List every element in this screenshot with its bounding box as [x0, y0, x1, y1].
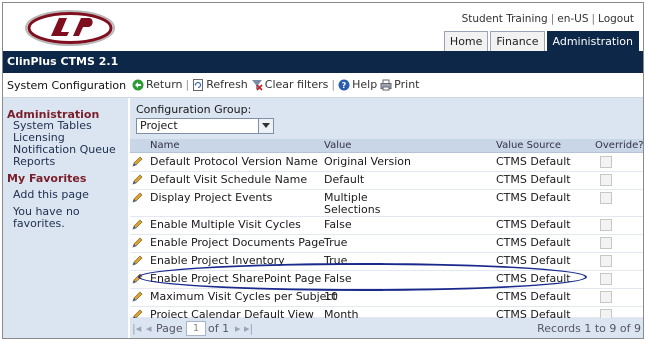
print-button[interactable]: Print	[380, 78, 419, 91]
edit-pencil-icon[interactable]	[131, 237, 143, 249]
row-name: Default Protocol Version Name	[150, 155, 318, 168]
config-group-label: Configuration Group:	[136, 103, 252, 116]
row-name: Enable Multiple Visit Cycles	[150, 218, 301, 231]
return-button[interactable]: Return	[132, 78, 183, 91]
add-this-page-link[interactable]: Add this page	[13, 189, 89, 201]
tab-home[interactable]: Home	[443, 31, 489, 51]
refresh-label: Refresh	[206, 78, 248, 91]
table-row[interactable]: Project Calendar Default View Month CTMS D…	[130, 306, 643, 321]
col-header-source[interactable]: Value Source	[496, 140, 561, 151]
help-button[interactable]: ? Help	[338, 78, 377, 91]
language-link[interactable]: en-US	[557, 13, 588, 25]
main-tabs: Home Finance Administration	[443, 31, 639, 51]
col-header-override[interactable]: Override?	[595, 140, 643, 151]
row-source: CTMS Default	[496, 173, 571, 186]
row-name: Display Project Events	[150, 191, 273, 204]
edit-pencil-icon[interactable]	[131, 156, 143, 168]
col-header-name[interactable]: Name	[150, 140, 180, 151]
last-page-icon[interactable]: ▸|	[244, 322, 253, 335]
table-row[interactable]: Display Project Events Multiple Selections…	[130, 189, 643, 217]
override-checkbox[interactable]	[600, 273, 612, 285]
tab-finance[interactable]: Finance	[490, 31, 545, 51]
highlight-ellipse	[138, 263, 587, 291]
first-page-icon[interactable]: |◂	[132, 322, 141, 335]
row-value-line2: Selections	[324, 203, 381, 216]
row-source: CTMS Default	[496, 155, 571, 168]
config-group-value: Project	[140, 119, 178, 132]
toolbar-row: System Configuration Return | Refresh Cl…	[3, 73, 643, 98]
app-name: ClinPlus CTMS 2.1	[7, 55, 119, 68]
page-label: Page	[156, 322, 183, 335]
next-page-icon[interactable]: ▸	[235, 322, 241, 335]
override-checkbox[interactable]	[600, 219, 612, 231]
svg-text:?: ?	[342, 81, 347, 90]
clear-filters-button[interactable]: Clear filters	[251, 78, 329, 91]
top-header: Student Training | en-US | Logout Home Finan…	[3, 3, 643, 51]
row-name: Maximum Visit Cycles per Subject	[150, 290, 337, 303]
row-source: CTMS Default	[496, 254, 571, 267]
page-of-label: of 1	[208, 322, 230, 335]
toolbar: Return | Refresh Clear filters | ? Help …	[132, 78, 422, 91]
row-value: True	[324, 236, 348, 249]
logout-link[interactable]: Logout	[598, 13, 634, 25]
config-group-select[interactable]: Project	[136, 118, 274, 134]
override-checkbox[interactable]	[600, 237, 612, 249]
app-window: Student Training | en-US | Logout Home Finan…	[2, 2, 644, 339]
prev-page-icon[interactable]: ◂	[146, 322, 152, 335]
chevron-down-icon	[262, 123, 270, 128]
table-row[interactable]: Default Protocol Version Name Original Ve…	[130, 153, 643, 172]
app-bar: ClinPlus CTMS 2.1	[3, 51, 643, 73]
return-icon	[132, 79, 144, 90]
override-checkbox[interactable]	[600, 291, 612, 303]
row-source: CTMS Default	[496, 290, 571, 303]
override-checkbox[interactable]	[600, 174, 612, 186]
sidebar: Administration System Tables Licensing N…	[3, 98, 128, 338]
help-label: Help	[352, 78, 378, 91]
table-row[interactable]: Default Visit Schedule Name Default CTMS D…	[130, 171, 643, 190]
dropdown-button[interactable]	[258, 119, 273, 133]
row-value: Default	[324, 173, 365, 186]
refresh-icon	[193, 78, 204, 91]
pager: |◂ ◂ Page 1 of 1 ▸ ▸| Records 1 to 9 of …	[130, 318, 643, 338]
clear-filters-label: Clear filters	[264, 78, 329, 91]
row-value: False	[324, 218, 352, 231]
edit-pencil-icon[interactable]	[131, 219, 143, 231]
override-checkbox[interactable]	[600, 255, 612, 267]
records-count: Records 1 to 9 of 9	[537, 322, 641, 335]
override-checkbox[interactable]	[600, 192, 612, 204]
sidebar-heading-favorites: My Favorites	[7, 172, 87, 185]
row-source: CTMS Default	[496, 218, 571, 231]
row-source: CTMS Default	[496, 236, 571, 249]
no-favorites-text: You have no favorites.	[13, 205, 80, 230]
page-title: System Configuration	[7, 79, 127, 92]
main-panel: Configuration Group: Project Name Value …	[130, 98, 643, 338]
print-label: Print	[394, 78, 420, 91]
return-label: Return	[146, 78, 183, 91]
edit-pencil-icon[interactable]	[131, 255, 143, 267]
row-name: Default Visit Schedule Name	[150, 173, 308, 186]
row-value: 10	[324, 290, 338, 303]
row-value: Original Version	[324, 155, 411, 168]
clear-filter-icon	[251, 79, 263, 91]
row-source: CTMS Default	[496, 191, 571, 204]
printer-icon	[380, 79, 392, 90]
edit-pencil-icon[interactable]	[131, 192, 143, 204]
table-row[interactable]: Enable Multiple Visit Cycles False CTMS De…	[130, 216, 643, 235]
table-row[interactable]: Enable Project Documents Page True CTMS De…	[130, 234, 643, 253]
company-logo	[25, 10, 115, 46]
tab-administration[interactable]: Administration	[546, 31, 639, 51]
help-icon: ?	[338, 79, 350, 90]
grid-header: Name Value Value Source Override?	[130, 139, 643, 153]
row-name: Enable Project Documents Page	[150, 236, 325, 249]
override-checkbox[interactable]	[600, 156, 612, 168]
header-links: Student Training | en-US | Logout	[461, 13, 634, 25]
user-link[interactable]: Student Training	[462, 13, 548, 25]
sidebar-item-reports[interactable]: Reports	[13, 156, 55, 168]
col-header-value[interactable]: Value	[324, 140, 351, 151]
edit-pencil-icon[interactable]	[131, 291, 143, 303]
refresh-button[interactable]: Refresh	[192, 78, 248, 91]
edit-pencil-icon[interactable]	[131, 174, 143, 186]
page-number-input[interactable]: 1	[186, 321, 206, 336]
